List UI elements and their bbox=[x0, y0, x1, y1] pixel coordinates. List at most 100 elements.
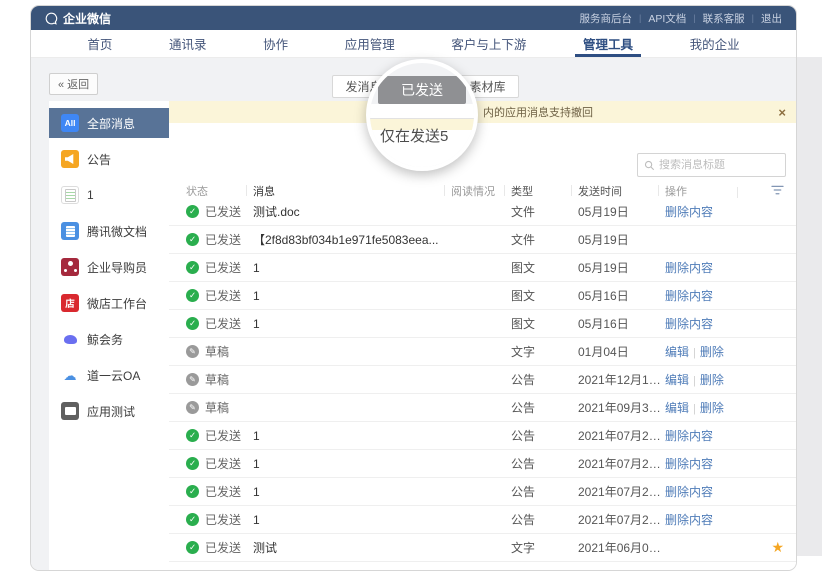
time-cell: 05月19日 bbox=[578, 203, 665, 220]
table-row[interactable]: 草稿公告2021年12月16日编辑|删除 bbox=[169, 366, 796, 394]
message-cell: 【2f8d83bf034b1e971fe5083eea... bbox=[253, 231, 451, 248]
back-button[interactable]: « 返回 bbox=[49, 73, 98, 95]
status-cell: 草稿 bbox=[186, 371, 253, 388]
sidebar-item[interactable]: 腾讯微文档 bbox=[49, 216, 169, 246]
table-row[interactable]: 草稿公告2021年09月30日编辑|删除 bbox=[169, 394, 796, 422]
message-cell: 1 bbox=[253, 485, 451, 499]
op-link[interactable]: 删除内容 bbox=[665, 205, 713, 219]
sidebar-item-label: 腾讯微文档 bbox=[87, 223, 147, 240]
separator: | bbox=[693, 375, 696, 387]
table-row[interactable]: 已发送1图文05月19日删除内容 bbox=[169, 254, 796, 282]
all-icon: All bbox=[61, 114, 79, 132]
banner-text: 内的应用消息支持撤回 bbox=[483, 104, 593, 120]
star-icon[interactable]: ★ bbox=[771, 539, 784, 556]
nav-tab[interactable]: 应用管理 bbox=[345, 30, 395, 57]
table-row[interactable]: 草稿文字01月04日编辑|删除 bbox=[169, 338, 796, 366]
op-link[interactable]: 删除 bbox=[700, 401, 724, 415]
search-input[interactable] bbox=[659, 159, 779, 171]
status-label: 草稿 bbox=[205, 343, 229, 360]
topbar-links: 服务商后台|API文档|联系客服|退出 bbox=[580, 11, 782, 26]
ops-cell: 删除内容 bbox=[665, 455, 744, 472]
magnifier-white-band bbox=[370, 104, 474, 119]
sidebar-item-label: 公告 bbox=[87, 151, 111, 168]
app-topbar: 企业微信 服务商后台|API文档|联系客服|退出 bbox=[31, 6, 796, 30]
message-cell: 1 bbox=[253, 429, 451, 443]
op-link[interactable]: 删除内容 bbox=[665, 317, 713, 331]
status-label: 已发送 bbox=[205, 231, 241, 248]
table-row[interactable]: 已发送1图文05月16日删除内容 bbox=[169, 310, 796, 338]
table-header: 状态消息阅读情况类型发送时间操作 bbox=[169, 182, 796, 199]
sidebar-item[interactable]: All全部消息 bbox=[49, 108, 169, 138]
column-header[interactable]: 消息 bbox=[253, 183, 451, 199]
topbar-link[interactable]: API文档 bbox=[648, 11, 686, 26]
status-cell: 已发送 bbox=[186, 427, 253, 444]
table-row[interactable]: 已发送测试文字2021年06月03日★ bbox=[169, 534, 796, 562]
status-label: 已发送 bbox=[205, 259, 241, 276]
draft-status-icon bbox=[186, 373, 199, 386]
type-cell: 文字 bbox=[511, 539, 578, 556]
separator: | bbox=[693, 403, 696, 415]
org-chart-icon bbox=[61, 258, 79, 276]
table-row[interactable]: 已发送1公告2021年07月29日删除内容 bbox=[169, 450, 796, 478]
column-header[interactable]: 操作 bbox=[665, 183, 744, 199]
tencent-docs-icon bbox=[61, 222, 79, 240]
sidebar-item-label: 应用测试 bbox=[87, 403, 135, 420]
op-link[interactable]: 编辑 bbox=[665, 373, 689, 387]
whale-icon bbox=[61, 330, 79, 348]
table-row[interactable]: 已发送1图文05月16日删除内容 bbox=[169, 282, 796, 310]
op-link[interactable]: 删除内容 bbox=[665, 429, 713, 443]
op-link[interactable]: 删除内容 bbox=[665, 457, 713, 471]
table-row[interactable]: 已发送1公告2021年07月20日删除内容 bbox=[169, 478, 796, 506]
nav-tab[interactable]: 通讯录 bbox=[169, 30, 207, 57]
table-row[interactable]: 已发送1公告2021年07月20日删除内容 bbox=[169, 506, 796, 534]
nav-tab[interactable]: 客户与上下游 bbox=[451, 30, 526, 57]
status-label: 草稿 bbox=[205, 399, 229, 416]
nav-tab[interactable]: 我的企业 bbox=[690, 30, 740, 57]
sidebar-item[interactable]: 店微店工作台 bbox=[49, 288, 169, 318]
sidebar-item[interactable]: 企业导购员 bbox=[49, 252, 169, 282]
column-header[interactable]: 状态 bbox=[186, 183, 253, 199]
ops-cell: 删除内容 bbox=[665, 315, 744, 332]
time-cell: 01月04日 bbox=[578, 343, 665, 360]
op-link[interactable]: 删除内容 bbox=[665, 261, 713, 275]
time-cell: 2021年12月16日 bbox=[578, 371, 665, 388]
sidebar-item[interactable]: 公告 bbox=[49, 144, 169, 174]
sidebar-item[interactable]: 应用测试 bbox=[49, 396, 169, 426]
status-cell: 已发送 bbox=[186, 231, 253, 248]
column-header[interactable]: 类型 bbox=[511, 183, 578, 199]
column-header[interactable]: 发送时间 bbox=[578, 183, 665, 199]
table-row[interactable]: 已发送测试.doc文件05月19日删除内容 bbox=[169, 198, 796, 226]
sidebar-item[interactable]: 道一云OA bbox=[49, 360, 169, 390]
table-body: 已发送测试.doc文件05月19日删除内容已发送【2f8d83bf034b1e9… bbox=[169, 198, 796, 562]
nav-tab[interactable]: 协作 bbox=[263, 30, 288, 57]
time-cell: 2021年07月29日 bbox=[578, 427, 665, 444]
table-row[interactable]: 已发送1公告2021年07月29日删除内容 bbox=[169, 422, 796, 450]
sidebar-list: All全部消息公告 1 腾讯微文档企业导购员店微店工作台鲸会务道一云OA 应用测试 bbox=[49, 101, 169, 570]
chat-bubble-icon bbox=[45, 12, 58, 25]
banner-close-icon[interactable]: × bbox=[778, 101, 786, 123]
op-link[interactable]: 编辑 bbox=[665, 345, 689, 359]
time-cell: 2021年06月03日 bbox=[578, 539, 665, 556]
sidebar-item[interactable]: 鲸会务 bbox=[49, 324, 169, 354]
time-cell: 05月16日 bbox=[578, 315, 665, 332]
sidebar-item[interactable]: 1 bbox=[49, 180, 169, 210]
op-link[interactable]: 编辑 bbox=[665, 401, 689, 415]
topbar-link[interactable]: 联系客服 bbox=[703, 11, 745, 26]
time-cell: 2021年07月29日 bbox=[578, 455, 665, 472]
op-link[interactable]: 删除内容 bbox=[665, 289, 713, 303]
type-cell: 公告 bbox=[511, 483, 578, 500]
notice-banner: 内的应用消息支持撤回 × bbox=[169, 101, 796, 123]
nav-tab[interactable]: 管理工具 bbox=[583, 30, 633, 57]
topbar-link[interactable]: 退出 bbox=[761, 11, 782, 26]
column-header[interactable]: 阅读情况 bbox=[451, 183, 511, 199]
topbar-link[interactable]: 服务商后台 bbox=[580, 11, 633, 26]
op-link[interactable]: 删除 bbox=[700, 373, 724, 387]
doc-plain-icon bbox=[61, 186, 79, 204]
op-link[interactable]: 删除内容 bbox=[665, 485, 713, 499]
table-row[interactable]: 已发送【2f8d83bf034b1e971fe5083eea...文件05月19… bbox=[169, 226, 796, 254]
op-link[interactable]: 删除 bbox=[700, 345, 724, 359]
sent-status-icon bbox=[186, 233, 199, 246]
op-link[interactable]: 删除内容 bbox=[665, 513, 713, 527]
nav-tab[interactable]: 首页 bbox=[87, 30, 112, 57]
filter-icon[interactable] bbox=[771, 185, 784, 196]
